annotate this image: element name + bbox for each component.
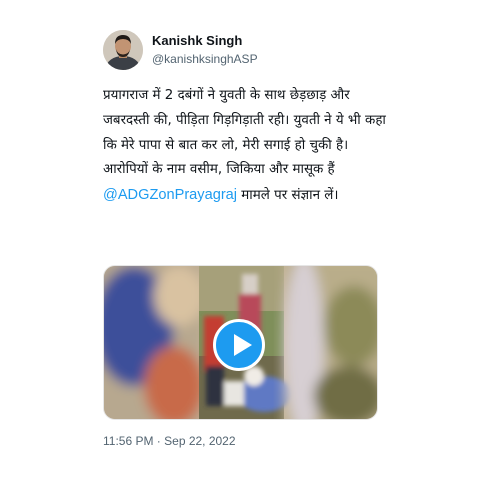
tweet-text: प्रयागराज में 2 दबंगों ने युवती के साथ छ… [103,84,388,209]
author-handle[interactable]: @kanishksinghASP [152,52,258,66]
avatar[interactable] [103,30,143,70]
tweet-text-tail: मामले पर संज्ञान लें। [237,188,339,204]
play-icon [234,334,252,356]
avatar-image [103,30,143,70]
play-button[interactable] [213,319,265,371]
tweet-timestamp[interactable]: 11:56 PM · Sep 22, 2022 [103,434,236,448]
author-display-name[interactable]: Kanishk Singh [152,33,242,48]
tweet-text-main: प्रयागराज में 2 दबंगों ने युवती के साथ छ… [103,88,386,178]
mention-link[interactable]: @ADGZonPrayagraj [103,187,237,203]
tweet-card: Kanishk Singh @kanishksinghASP प्रयागराज… [0,0,480,480]
